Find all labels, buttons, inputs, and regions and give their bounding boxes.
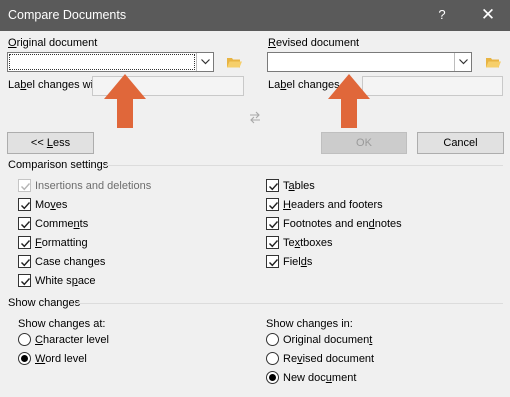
chevron-down-icon [459,59,468,65]
revised-label-changes-input[interactable] [362,76,503,96]
radio-selected-dot [21,355,28,362]
textboxes-checkbox[interactable] [266,236,279,249]
case-changes-label: Case changes [35,256,106,268]
word-level-label: Word level [35,353,87,365]
fields-checkbox[interactable] [266,255,279,268]
moves-label: Moves [35,199,68,211]
revised-document-label: Revised document [268,37,360,49]
case-changes-checkbox[interactable] [18,255,31,268]
checkmark-icon [269,240,279,248]
new-document-radio[interactable] [266,371,279,384]
original-document-input[interactable] [9,54,195,70]
window-title: Compare Documents [8,8,127,22]
character-level-label: Character level [35,334,109,346]
headers-footers-checkbox[interactable] [266,198,279,211]
word-level-radio[interactable] [18,352,31,365]
checkmark-icon [21,221,31,229]
title-bar: Compare Documents ? ✕ [0,0,510,31]
footnotes-endnotes-checkbox[interactable] [266,217,279,230]
up-arrow-annotation-icon [328,74,370,128]
fields-label: Fields [283,256,313,268]
less-button[interactable]: << Less [7,132,94,154]
headers-footers-label: Headers and footers [283,199,383,211]
comments-checkbox[interactable] [18,217,31,230]
revised-document-combo[interactable] [267,52,472,72]
show-changes-in-label: Show changes in: [266,318,353,330]
show-changes-at-label: Show changes at: [18,318,106,330]
close-button[interactable]: ✕ [476,4,500,26]
revised-dropdown-button[interactable] [454,53,471,71]
show-changes-header: Show changes [8,297,81,309]
original-document-combo[interactable] [7,52,214,72]
revised-document-input[interactable] [269,54,453,70]
new-document-option-label: New document [283,372,357,384]
comparison-settings-header: Comparison settings [8,159,109,171]
ok-button[interactable]: OK [321,132,407,154]
group-divider [105,165,503,166]
footnotes-endnotes-label: Footnotes and endnotes [283,218,402,230]
moves-checkbox[interactable] [18,198,31,211]
original-document-radio[interactable] [266,333,279,346]
checkmark-icon [21,202,31,210]
up-arrow-annotation-icon [104,74,146,128]
textboxes-label: Textboxes [283,237,333,249]
swap-documents-icon[interactable] [249,111,261,124]
original-dropdown-button[interactable] [196,53,213,71]
revised-document-option-label: Revised document [283,353,375,365]
help-button[interactable]: ? [432,7,452,25]
cancel-button[interactable]: Cancel [417,132,504,154]
white-space-label: White space [35,275,96,287]
revised-document-radio[interactable] [266,352,279,365]
checkmark-icon [21,259,31,267]
radio-selected-dot [269,374,276,381]
chevron-down-icon [201,59,210,65]
original-label-changes-label: Label changes with [8,79,103,91]
white-space-checkbox[interactable] [18,274,31,287]
character-level-radio[interactable] [18,333,31,346]
checkmark-icon [269,259,279,267]
group-divider [74,303,503,304]
checkmark-icon [21,183,31,191]
checkmark-icon [21,240,31,248]
original-document-label: Original document [8,37,98,49]
open-folder-icon[interactable] [485,56,501,69]
checkmark-icon [269,202,279,210]
insertions-deletions-label: Insertions and deletions [35,180,152,192]
checkmark-icon [269,221,279,229]
formatting-label: Formatting [35,237,88,249]
open-folder-icon[interactable] [226,56,242,69]
insertions-deletions-checkbox[interactable] [18,179,31,192]
checkmark-icon [269,183,279,191]
tables-checkbox[interactable] [266,179,279,192]
checkmark-icon [21,278,31,286]
comments-label: Comments [35,218,89,230]
tables-label: Tables [283,180,315,192]
original-document-option-label: Original document [283,334,373,346]
formatting-checkbox[interactable] [18,236,31,249]
